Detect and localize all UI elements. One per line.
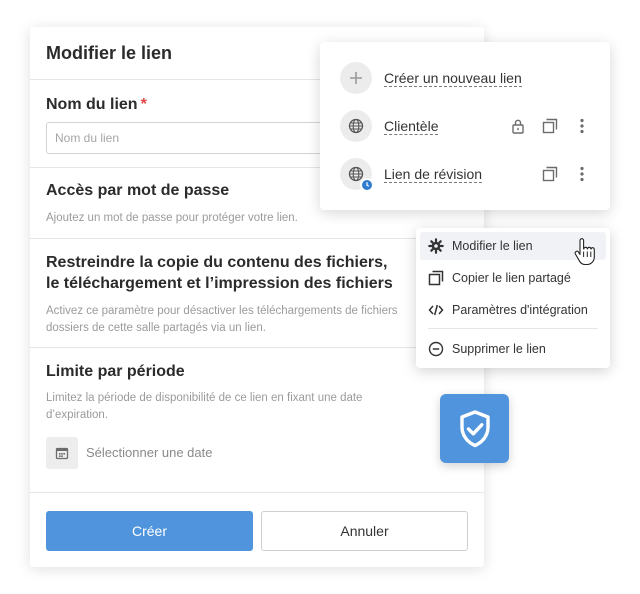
date-picker-button[interactable] <box>46 437 78 469</box>
restrict-title-line1: Restreindre la copie du contenu des fich… <box>46 254 388 271</box>
add-icon-circle <box>340 62 372 94</box>
menu-item-label: Paramètres d'intégration <box>452 303 588 317</box>
lock-icon <box>510 118 526 134</box>
menu-item-label: Modifier le lien <box>452 239 533 253</box>
link-label-clientele[interactable]: Clientèle <box>384 118 439 135</box>
cancel-button[interactable]: Annuler <box>261 511 468 551</box>
calendar-icon <box>55 447 69 460</box>
copy-icon <box>428 270 444 286</box>
menu-item-label: Copier le lien partagé <box>452 271 571 285</box>
name-section-title: Nom du lien <box>46 96 138 113</box>
copy-icon[interactable] <box>542 118 558 134</box>
menu-item-copy-link[interactable]: Copier le lien partagé <box>420 264 606 292</box>
create-new-link-row[interactable]: Créer un nouveau lien <box>340 62 600 94</box>
globe-icon <box>348 118 364 134</box>
menu-item-embed-settings[interactable]: Paramètres d'intégration <box>420 296 606 324</box>
link-name-input[interactable] <box>46 122 346 154</box>
gear-icon <box>428 238 444 254</box>
more-options-icon[interactable] <box>574 118 590 134</box>
shield-check-icon <box>459 409 490 447</box>
password-section-description: Ajoutez un mot de passe pour protéger vo… <box>46 212 298 224</box>
restrict-desc-line1: Activez ce paramètre pour désactiver les… <box>46 305 398 317</box>
link-label-revision[interactable]: Lien de révision <box>384 166 483 183</box>
copy-icon[interactable] <box>542 166 558 182</box>
links-panel: Créer un nouveau lien Clientèle Lien de … <box>320 42 610 210</box>
period-limit-desc-line2: d’expiration. <box>46 409 109 421</box>
menu-item-delete-link[interactable]: Supprimer le lien <box>420 335 606 363</box>
restrict-title-line2: le téléchargement et l’impression des fi… <box>46 275 393 292</box>
create-new-link-label[interactable]: Créer un nouveau lien <box>384 70 522 87</box>
clock-icon <box>360 178 374 192</box>
link-item-clientele[interactable]: Clientèle <box>340 110 600 142</box>
plus-icon <box>350 72 362 84</box>
create-button[interactable]: Créer <box>46 511 253 551</box>
restrict-desc-line2: dossiers de cette salle partagés via un … <box>46 322 266 334</box>
minus-circle-icon <box>428 341 444 357</box>
security-badge <box>440 394 509 463</box>
menu-item-label: Supprimer le lien <box>452 342 546 356</box>
period-limit-section: Limite par période Limitez la période de… <box>30 348 484 493</box>
link-icon-circle <box>340 158 374 192</box>
more-options-icon[interactable] <box>574 166 590 182</box>
hand-pointer-icon <box>574 238 595 266</box>
period-limit-title: Limite par période <box>46 363 185 380</box>
select-date-label[interactable]: Sélectionner une date <box>86 445 212 460</box>
password-section-title: Accès par mot de passe <box>46 182 230 199</box>
menu-separator <box>428 328 598 329</box>
code-icon <box>428 302 444 318</box>
required-mark: * <box>140 96 147 113</box>
period-limit-desc-line1: Limitez la période de disponibilité de c… <box>46 392 363 404</box>
modal-footer: Créer Annuler <box>30 493 484 567</box>
link-icon-circle <box>340 110 372 142</box>
link-item-revision[interactable]: Lien de révision <box>340 158 600 192</box>
